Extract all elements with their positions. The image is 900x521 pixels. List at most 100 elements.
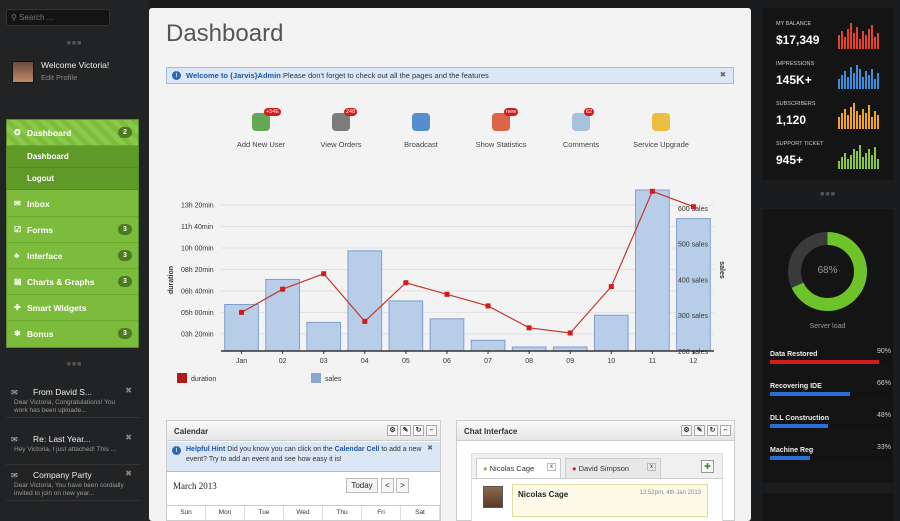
nav-badge: 3 (118, 276, 132, 287)
close-icon[interactable]: ✖ (125, 469, 132, 478)
shortcut-view-orders[interactable]: 248 View Orders (301, 108, 381, 149)
y-tick-label: 13h 20min (181, 203, 214, 210)
edit-icon[interactable]: ✎ (694, 425, 705, 436)
stat-support-ticket: SUPPORT TICKET 945+ (763, 138, 893, 176)
nav-sub-logout[interactable]: Logout (7, 168, 138, 190)
settings-icon[interactable]: ⚙ (387, 425, 398, 436)
page-title: Dashboard (166, 20, 284, 47)
close-icon[interactable]: ✖ (720, 70, 726, 79)
sales-bar (306, 321, 342, 352)
legend-swatch-sales (311, 373, 321, 383)
nav-bonus[interactable]: ✱ Bonus 3 (7, 321, 138, 347)
x-tick-label: 06 (443, 358, 451, 365)
online-dot-icon: ● (483, 464, 488, 473)
message-item[interactable]: ✉ Company Party ✖ Dear Victoria, You have b… (6, 465, 140, 501)
duration-point (403, 280, 409, 286)
sales-bar (429, 318, 465, 352)
refresh-icon[interactable]: ↻ (707, 425, 718, 436)
stat-subscribers: SUBSCRIBERS 1,120 (763, 98, 893, 136)
statistics-icon: new (490, 108, 519, 135)
message-item[interactable]: ✉ From David S... ✖ Dear Victoria, Congratu… (6, 382, 140, 418)
nav-inbox[interactable]: ✉ Inbox (7, 191, 138, 217)
calendar-hint: i Helpful Hint Did you know you can clic… (167, 442, 440, 472)
sales-bar (593, 314, 629, 352)
left-sidebar: ⚲ Search ... ■■■ Welcome Victoria! Edit … (0, 0, 149, 521)
broadcast-icon (410, 113, 432, 135)
plus-icon: ✚ (14, 303, 21, 312)
y2-tick-label: 300 sales (678, 313, 708, 320)
chat-sender: Nicolas Cage (518, 490, 569, 499)
edit-icon[interactable]: ✎ (400, 425, 411, 436)
search-input[interactable]: ⚲ Search ... (6, 9, 110, 26)
chat-body: ● Nicolas Cage x ● David Simpson x ✚ Nicol… (471, 453, 723, 521)
shortcut-service-upgrade[interactable]: Service Upgrade (621, 111, 701, 149)
today-button[interactable]: Today (346, 478, 378, 493)
shortcut-show-statistics[interactable]: new Show Statistics (461, 108, 541, 149)
sales-bar (470, 339, 506, 352)
close-icon[interactable]: ✖ (125, 433, 132, 442)
close-icon[interactable]: x (647, 463, 656, 471)
refresh-icon[interactable]: ↻ (413, 425, 424, 436)
message-item[interactable]: ✉ Re: Last Year... ✖ Hey Victoria, I just a… (6, 429, 140, 465)
orders-icon: 248 (330, 108, 358, 135)
shortcut-comments[interactable]: 62 Comments (541, 108, 621, 149)
gear-icon: ✱ (14, 329, 21, 338)
x-tick-label: 10 (607, 358, 615, 365)
nav-charts-graphs[interactable]: ▤ Charts & Graphs 3 (7, 269, 138, 295)
nav-sub-dashboard[interactable]: Dashboard (7, 146, 138, 168)
sales-bar (635, 189, 670, 352)
legend-swatch-duration (177, 373, 187, 383)
shortcut-badge: 248 (344, 108, 358, 116)
nav-smart-widgets[interactable]: ✚ Smart Widgets (7, 295, 138, 321)
sales-bar (676, 218, 711, 352)
chat-message: Nicolas Cage 12:52pm, 4th Jan 2013 (472, 478, 722, 521)
tab-david-simpson[interactable]: ● David Simpson x (565, 458, 661, 478)
shortcut-add-new-user[interactable]: +54E Add New User (221, 108, 301, 149)
server-load-percent: 68% (817, 265, 838, 276)
nav-badge: 2 (118, 127, 132, 138)
close-icon[interactable]: ✖ (427, 444, 433, 454)
close-icon[interactable]: ✖ (125, 386, 132, 395)
shortcut-badge: +54E (264, 108, 281, 116)
divider: ■■■ (66, 361, 83, 368)
legend-label-sales: sales (325, 376, 342, 383)
add-user-icon: +54E (250, 108, 281, 135)
nav-interface[interactable]: ♣ Interface 3 (7, 243, 138, 269)
chat-panel: Chat Interface ⚙ ✎ ↻ – ● Nicolas Cage x ● Da… (456, 420, 735, 521)
prev-month-button[interactable]: < (381, 478, 394, 493)
add-user-icon[interactable]: ✚ (701, 460, 714, 473)
next-month-button[interactable]: > (396, 478, 409, 493)
legend-label-duration: duration (191, 376, 216, 383)
envelope-icon: ✉ (11, 388, 18, 397)
minimize-icon[interactable]: – (720, 425, 731, 436)
nav-badge: 3 (118, 328, 132, 339)
minimize-icon[interactable]: – (426, 425, 437, 436)
shortcut-broadcast[interactable]: Broadcast (381, 111, 461, 149)
server-load-label: Server load (809, 323, 846, 330)
weekday-fri: Fri (362, 506, 401, 520)
main-nav: ✪ Dashboard 2 Dashboard Logout ✉ Inbox ☑ For… (6, 119, 139, 348)
avatar[interactable] (12, 61, 34, 83)
shortcut-badge: new (504, 108, 519, 116)
avatar (483, 486, 503, 508)
x-tick-label: 07 (484, 358, 492, 365)
y2-tick-label: 500 sales (678, 242, 708, 249)
flask-icon: ♣ (14, 251, 20, 260)
edit-profile-link[interactable]: Edit Profile (41, 73, 77, 82)
x-tick-label: Jan (236, 358, 247, 365)
mail-icon: ✉ (14, 199, 21, 208)
x-tick-label: 12 (690, 358, 698, 365)
x-tick-label: 05 (402, 358, 410, 365)
duration-point (485, 303, 491, 309)
weekday-sun: Sun (167, 506, 206, 520)
close-icon[interactable]: x (547, 463, 556, 471)
nav-dashboard[interactable]: ✪ Dashboard 2 (7, 120, 138, 146)
calendar-panel: Calendar ⚙ ✎ ↻ – i Helpful Hint Did you kno… (166, 420, 441, 521)
upgrade-icon (650, 113, 672, 135)
tab-nicolas-cage[interactable]: ● Nicolas Cage x (476, 458, 561, 478)
comments-icon: 62 (570, 108, 595, 135)
settings-icon[interactable]: ⚙ (681, 425, 692, 436)
x-tick-label: 04 (361, 358, 369, 365)
welcome-text: Welcome Victoria! (41, 60, 110, 70)
nav-forms[interactable]: ☑ Forms 3 (7, 217, 138, 243)
